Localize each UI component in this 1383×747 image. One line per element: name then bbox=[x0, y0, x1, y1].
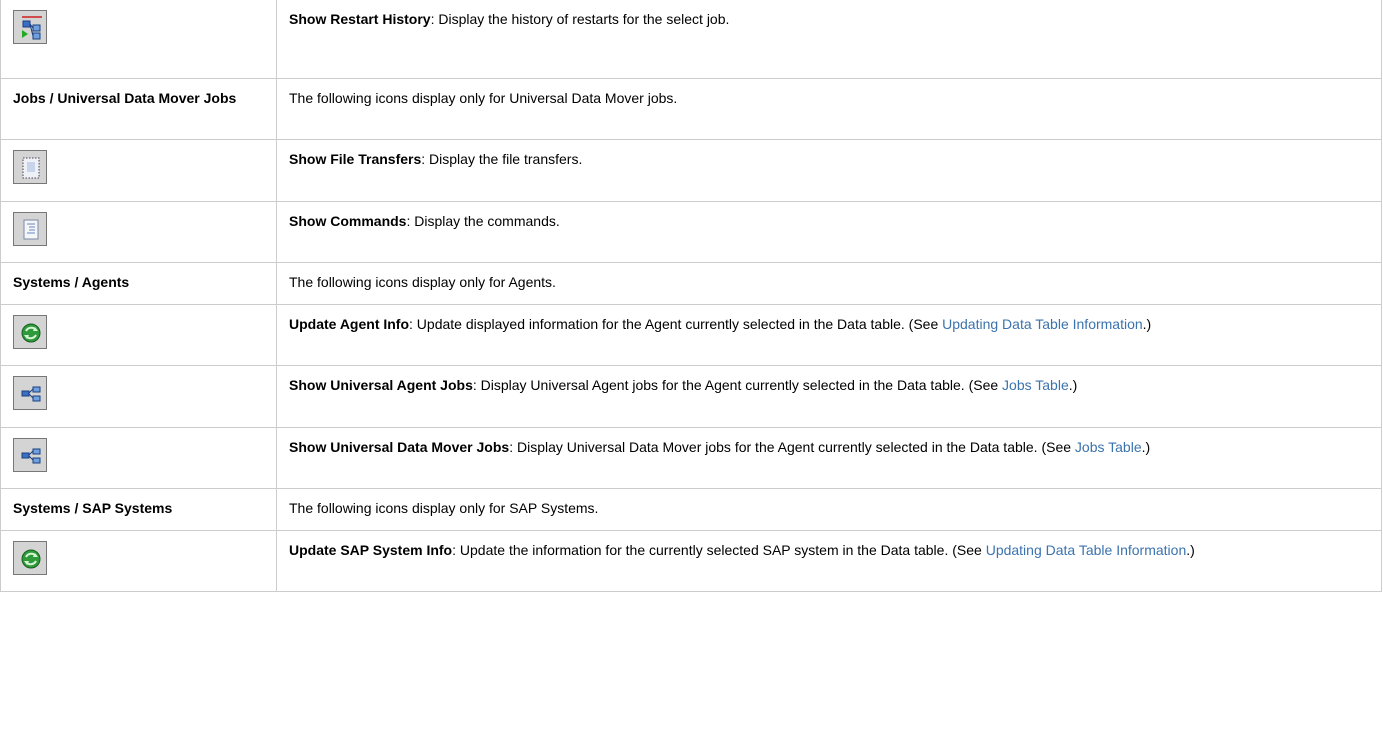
description-cell: Show Universal Agent Jobs: Display Unive… bbox=[276, 365, 1382, 428]
item-description-end: .) bbox=[1142, 316, 1152, 332]
description-cell: Show Universal Data Mover Jobs: Display … bbox=[276, 427, 1382, 489]
commands-icon[interactable] bbox=[13, 212, 47, 246]
description-cell: Show File Transfers: Display the file tr… bbox=[276, 139, 1382, 202]
description-cell: Show Restart History: Display the histor… bbox=[276, 0, 1382, 79]
description-cell: Update SAP System Info: Update the infor… bbox=[276, 530, 1382, 592]
data-mover-jobs-icon[interactable] bbox=[13, 438, 47, 472]
section-row: Jobs / Universal Data Mover Jobs The fol… bbox=[0, 78, 1382, 140]
description-cell: Show Commands: Display the commands. bbox=[276, 201, 1382, 263]
section-header: Systems / SAP Systems bbox=[0, 488, 277, 531]
section-row: Systems / Agents The following icons dis… bbox=[0, 262, 1382, 305]
item-description-end: .) bbox=[1186, 542, 1195, 558]
icon-cell bbox=[0, 530, 277, 592]
section-row: Systems / SAP Systems The following icon… bbox=[0, 488, 1382, 531]
section-description: The following icons display only for Age… bbox=[276, 262, 1382, 305]
description-cell: Update Agent Info: Update displayed info… bbox=[276, 304, 1382, 366]
item-title: Show Universal Agent Jobs bbox=[289, 377, 473, 393]
doc-link[interactable]: Updating Data Table Information bbox=[942, 316, 1143, 332]
item-description: : Display Universal Data Mover jobs for … bbox=[509, 439, 1075, 455]
table-row: Show Restart History: Display the histor… bbox=[0, 0, 1382, 79]
item-description: : Display the commands. bbox=[406, 213, 560, 229]
table-row: Show File Transfers: Display the file tr… bbox=[0, 139, 1382, 202]
item-description: : Display the file transfers. bbox=[421, 151, 583, 167]
table-row: Update Agent Info: Update displayed info… bbox=[0, 304, 1382, 366]
restart-history-icon[interactable] bbox=[13, 10, 47, 44]
section-description: The following icons display only for SAP… bbox=[276, 488, 1382, 531]
refresh-icon[interactable] bbox=[13, 315, 47, 349]
doc-link[interactable]: Jobs Table bbox=[1002, 377, 1069, 393]
icon-cell bbox=[0, 139, 277, 202]
icon-cell bbox=[0, 304, 277, 366]
item-title: Update Agent Info bbox=[289, 316, 410, 332]
table-row: Update SAP System Info: Update the infor… bbox=[0, 530, 1382, 592]
item-title: Show Universal Data Mover Jobs bbox=[289, 439, 510, 455]
item-description: : Display Universal Agent jobs for the A… bbox=[472, 377, 1003, 393]
icon-cell bbox=[0, 201, 277, 263]
icon-cell bbox=[0, 0, 277, 79]
refresh-icon[interactable] bbox=[13, 541, 47, 575]
item-description-end: .) bbox=[1068, 377, 1078, 393]
icon-cell bbox=[0, 427, 277, 489]
item-description: : Display the history of restarts for th… bbox=[430, 11, 730, 27]
item-description: : Update the information for the current… bbox=[452, 542, 986, 558]
section-description: The following icons display only for Uni… bbox=[276, 78, 1382, 140]
section-header: Systems / Agents bbox=[0, 262, 277, 305]
item-description: : Update displayed information for the A… bbox=[409, 316, 943, 332]
icon-cell bbox=[0, 365, 277, 428]
item-title: Show Commands bbox=[289, 213, 407, 229]
item-title: Show File Transfers bbox=[289, 151, 422, 167]
icon-reference-table: Show Restart History: Display the histor… bbox=[0, 0, 1382, 592]
table-row: Show Commands: Display the commands. bbox=[0, 201, 1382, 263]
section-header: Jobs / Universal Data Mover Jobs bbox=[0, 78, 277, 140]
table-row: Show Universal Agent Jobs: Display Unive… bbox=[0, 365, 1382, 428]
table-row: Show Universal Data Mover Jobs: Display … bbox=[0, 427, 1382, 489]
file-transfers-icon[interactable] bbox=[13, 150, 47, 184]
agent-jobs-icon[interactable] bbox=[13, 376, 47, 410]
item-title: Update SAP System Info bbox=[289, 542, 453, 558]
item-title: Show Restart History bbox=[289, 11, 431, 27]
doc-link[interactable]: Jobs Table bbox=[1075, 439, 1142, 455]
item-description-end: .) bbox=[1141, 439, 1151, 455]
doc-link[interactable]: Updating Data Table Information bbox=[986, 542, 1187, 558]
